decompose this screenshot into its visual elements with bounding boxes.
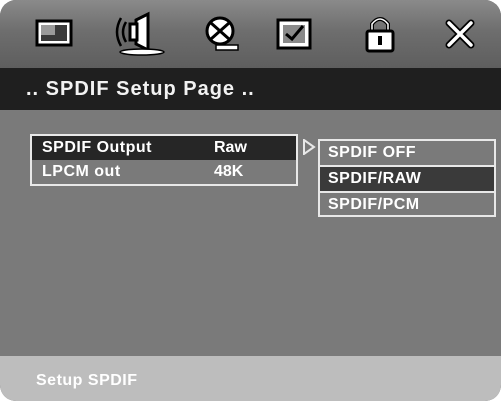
setup-toolbar	[0, 0, 501, 68]
submenu-arrow-icon	[302, 138, 316, 160]
menu-item-value: 48K	[214, 163, 244, 180]
status-bar: Setup SPDIF	[0, 356, 501, 401]
exit-icon[interactable]	[436, 12, 484, 56]
option-spdif-raw[interactable]: SPDIF/RAW	[320, 167, 494, 191]
menu-item-spdif-output[interactable]: SPDIF Output Raw	[32, 136, 296, 160]
menu-item-label: LPCM out	[42, 163, 121, 180]
setup-menu-window: .. SPDIF Setup Page .. SPDIF Output Raw …	[0, 0, 501, 401]
option-label: SPDIF OFF	[328, 144, 417, 161]
dolby-digital-icon[interactable]	[198, 12, 246, 56]
option-label: SPDIF/RAW	[328, 170, 422, 187]
page-title-bar: .. SPDIF Setup Page ..	[0, 68, 501, 110]
general-setup-icon[interactable]	[30, 12, 78, 56]
preference-icon[interactable]	[270, 12, 318, 56]
lock-icon[interactable]	[356, 12, 404, 56]
status-text: Setup SPDIF	[36, 372, 138, 389]
spdif-options-list: SPDIF OFF SPDIF/RAW SPDIF/PCM	[318, 139, 496, 217]
page-title: .. SPDIF Setup Page ..	[26, 78, 255, 100]
menu-item-label: SPDIF Output	[42, 139, 152, 156]
option-spdif-off[interactable]: SPDIF OFF	[320, 141, 494, 165]
menu-item-lpcm-out[interactable]: LPCM out 48K	[32, 160, 296, 184]
audio-setup-icon[interactable]	[115, 11, 165, 56]
option-spdif-pcm[interactable]: SPDIF/PCM	[320, 193, 494, 217]
menu-item-value: Raw	[214, 139, 247, 156]
option-label: SPDIF/PCM	[328, 196, 420, 213]
settings-menu: SPDIF Output Raw LPCM out 48K	[30, 134, 298, 186]
